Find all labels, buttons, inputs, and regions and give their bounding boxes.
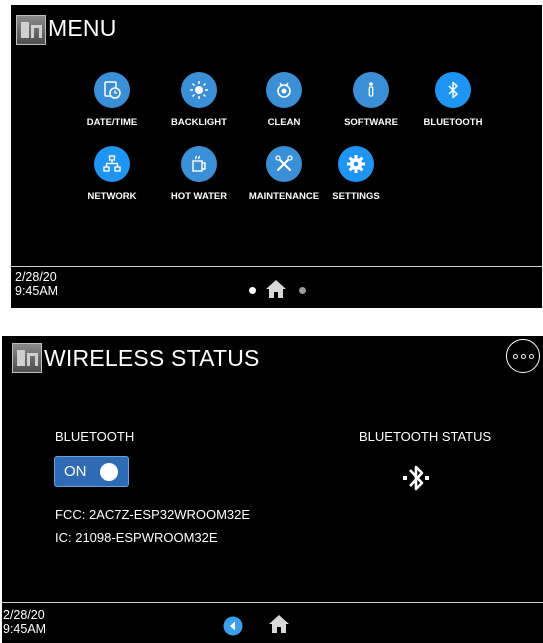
- menu-item-label: SOFTWARE: [344, 117, 398, 128]
- menu-item-label: HOT WATER: [170, 191, 228, 202]
- more-options-button[interactable]: [506, 339, 540, 373]
- brand-logo-icon: [16, 15, 46, 45]
- datetime: 2/28/20 9:45AM: [15, 270, 58, 298]
- info-icon: [353, 72, 389, 108]
- page-indicator-dot-active[interactable]: [249, 287, 256, 294]
- page-title: WIRELESS STATUS: [44, 345, 260, 371]
- menu-item-hot-water[interactable]: HOT WATER: [154, 146, 244, 202]
- menu-item-label: NETWORK: [87, 191, 137, 202]
- home-icon[interactable]: [265, 278, 287, 300]
- ic-id: IC: 21098-ESPWROOM32E: [55, 530, 218, 545]
- menu-item-label: BACKLIGHT: [171, 117, 227, 128]
- brand-logo-icon: [12, 343, 42, 373]
- page-title: MENU: [48, 15, 117, 41]
- menu-item-settings[interactable]: SETTINGS: [311, 146, 401, 202]
- network-icon: [94, 146, 130, 182]
- menu-item-backlight[interactable]: BACKLIGHT: [154, 72, 244, 128]
- menu-item-network[interactable]: NETWORK: [67, 146, 157, 202]
- menu-item-label: SETTINGS: [332, 191, 380, 202]
- menu-item-software[interactable]: SOFTWARE: [326, 72, 416, 128]
- wireless-status-screen: WIRELESS STATUS BLUETOOTH ON BLUETOOTH S…: [2, 336, 543, 643]
- datetime: 2/28/20 9:45AM: [3, 608, 46, 636]
- menu-item-date-time[interactable]: DATE/TIME: [67, 72, 157, 128]
- fcc-id: FCC: 2AC7Z-ESP32WROOM32E: [55, 507, 251, 522]
- home-icon[interactable]: [268, 613, 290, 635]
- back-button[interactable]: [223, 616, 243, 636]
- divider: [2, 602, 543, 603]
- toggle-label: ON: [64, 463, 87, 480]
- date-text: 2/28/20: [3, 608, 45, 622]
- menu-screen: MENU DATE/TIME BACKLIGHT CLEAN SOFTWARE …: [11, 5, 542, 308]
- menu-item-label: DATE/TIME: [86, 117, 138, 128]
- sun-icon: [181, 72, 217, 108]
- page-indicator-dot[interactable]: [299, 287, 306, 294]
- bluetooth-icon: [403, 465, 429, 491]
- divider: [11, 266, 542, 267]
- bluetooth-label: BLUETOOTH: [55, 429, 135, 444]
- time-text: 9:45AM: [15, 284, 59, 298]
- clock-icon: [94, 72, 130, 108]
- wrench-icon: [266, 146, 302, 182]
- time-text: 9:45AM: [3, 622, 47, 636]
- date-text: 2/28/20: [15, 270, 57, 284]
- menu-item-label: BLUETOOTH: [423, 117, 483, 128]
- toggle-knob: [100, 463, 118, 481]
- gear-icon: [338, 146, 374, 182]
- clean-icon: [266, 72, 302, 108]
- menu-item-label: CLEAN: [267, 117, 301, 128]
- hot-water-icon: [181, 146, 217, 182]
- bluetooth-toggle[interactable]: ON: [54, 456, 129, 487]
- menu-item-clean[interactable]: CLEAN: [239, 72, 329, 128]
- menu-item-bluetooth[interactable]: BLUETOOTH: [408, 72, 498, 128]
- bluetooth-status-label: BLUETOOTH STATUS: [359, 429, 492, 444]
- bluetooth-icon: [435, 72, 471, 108]
